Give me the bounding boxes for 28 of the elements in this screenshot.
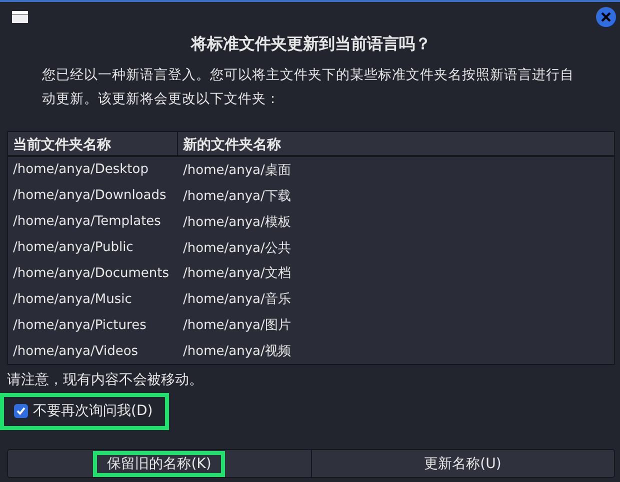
table-cell-text: /home/anya/文档 bbox=[182, 265, 292, 282]
table-cell-text: /home/anya/音乐 bbox=[182, 291, 292, 308]
table-cell-text: /home/anya/Videos bbox=[12, 344, 140, 359]
table-cell-text: /home/anya/桌面 bbox=[182, 162, 292, 179]
table-cell-text: /home/anya/Templates bbox=[12, 214, 162, 230]
description-text: 您已经以一种新语言登入。您可以将主文件夹下的某些标准文件夹名按照新语言进行自动更新。该更新将会更改以下文件夹： bbox=[41, 66, 575, 109]
table-cell-text: /home/anya/Pictures bbox=[12, 318, 148, 333]
table-cell-text: /home/anya/Desktop bbox=[12, 162, 150, 178]
close-button[interactable] bbox=[596, 7, 616, 27]
table-cell-text: /home/anya/Public bbox=[12, 240, 134, 256]
table-cell-text: /home/anya/下载 bbox=[182, 188, 292, 205]
dialog-button[interactable]: 保留旧的名称(K) bbox=[8, 450, 310, 477]
close-icon bbox=[601, 12, 611, 22]
window-title: 将标准文件夹更新到当前语言吗？ bbox=[190, 34, 432, 55]
table-cell-text: /home/anya/Music bbox=[12, 292, 133, 307]
column-header[interactable]: 新的文件夹名称 bbox=[178, 132, 614, 155]
table-cell-text: /home/anya/Documents bbox=[12, 266, 170, 281]
table-cell-text: /home/anya/Downloads bbox=[12, 188, 168, 204]
window-icon bbox=[12, 11, 28, 23]
table-cell-text: /home/anya/模板 bbox=[182, 214, 292, 231]
column-header[interactable]: 当前文件夹名称 bbox=[8, 132, 178, 155]
table-cell-text: /home/anya/公共 bbox=[182, 240, 292, 257]
checkbox-label[interactable]: 不要再次询问我(D) bbox=[33, 402, 153, 420]
table-cell-text: /home/anya/视频 bbox=[182, 343, 292, 360]
checkbox[interactable] bbox=[14, 404, 28, 418]
note-text: 请注意，现有内容不会被移动。 bbox=[7, 371, 204, 389]
dialog-button[interactable]: 更新名称(U) bbox=[310, 450, 614, 477]
table-cell-text: /home/anya/图片 bbox=[182, 317, 292, 334]
